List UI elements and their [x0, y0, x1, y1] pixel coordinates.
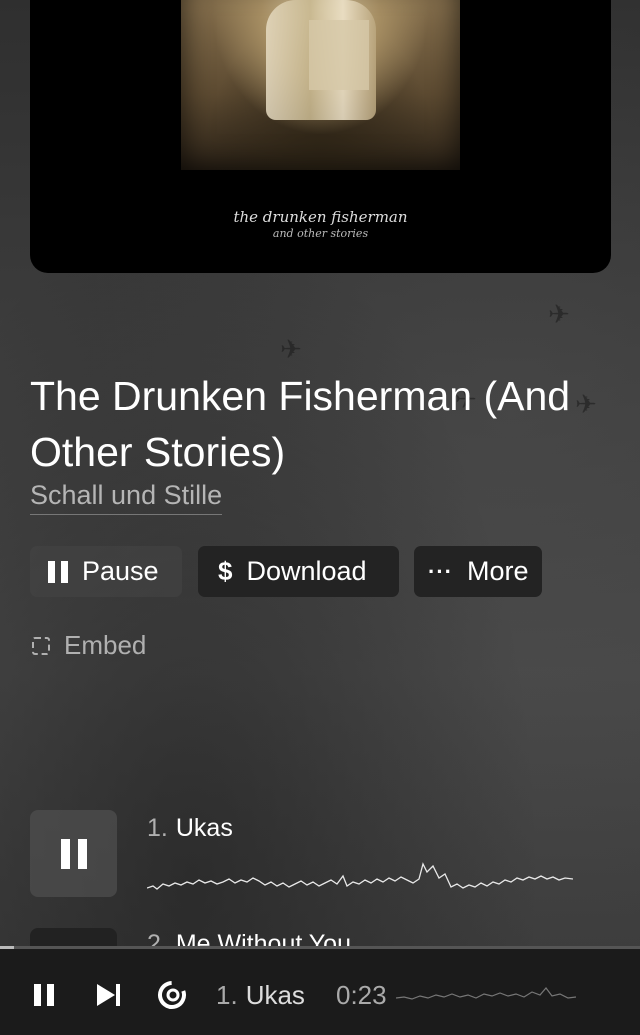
artwork-title: the drunken fisherman [233, 208, 408, 226]
embed-icon [32, 636, 50, 655]
player-track-name: Ukas [245, 980, 305, 1010]
artwork-box [309, 20, 369, 90]
artwork-photo [181, 0, 460, 170]
artist-link[interactable]: Schall und Stille [30, 480, 223, 515]
embed-link[interactable]: Embed [32, 630, 146, 661]
bird-silhouette: ✈ [548, 300, 570, 330]
more-button[interactable]: ··· More [414, 546, 542, 597]
track-1-pause-button[interactable] [30, 810, 117, 897]
player-track-title: 1. Ukas [216, 980, 305, 1011]
artwork-subtitle: and other stories [272, 227, 369, 240]
album-title: The Drunken Fisherman (And Other Stories… [30, 373, 571, 475]
player-pause-icon[interactable] [34, 984, 54, 1006]
ellipsis-icon: ··· [428, 558, 453, 584]
download-button[interactable]: $ Download [198, 546, 399, 597]
app-logo-icon[interactable] [157, 980, 187, 1010]
pause-button-label: Pause [82, 556, 159, 586]
player-track-number: 1. [216, 980, 238, 1010]
album-artwork: the drunken fisherman and other stories [30, 0, 611, 273]
track-name: Ukas [175, 814, 233, 842]
track-number: 1. [147, 814, 168, 842]
download-button-label: Download [246, 556, 367, 586]
bird-silhouette: ✈ [280, 335, 302, 365]
track-1-title[interactable]: 1. Ukas [147, 814, 233, 843]
skip-next-icon[interactable] [95, 982, 123, 1008]
pause-icon [48, 560, 68, 583]
more-button-label: More [466, 556, 529, 586]
player-waveform[interactable] [396, 982, 576, 1012]
pause-icon [60, 838, 87, 869]
dollar-icon: $ [218, 556, 233, 586]
track-1-waveform[interactable] [147, 860, 573, 894]
pause-button[interactable]: Pause [30, 546, 182, 597]
embed-label: Embed [64, 630, 147, 660]
player-bar: 1. Ukas 0:23 [0, 949, 640, 1035]
player-elapsed-time: 0:23 [336, 980, 387, 1010]
